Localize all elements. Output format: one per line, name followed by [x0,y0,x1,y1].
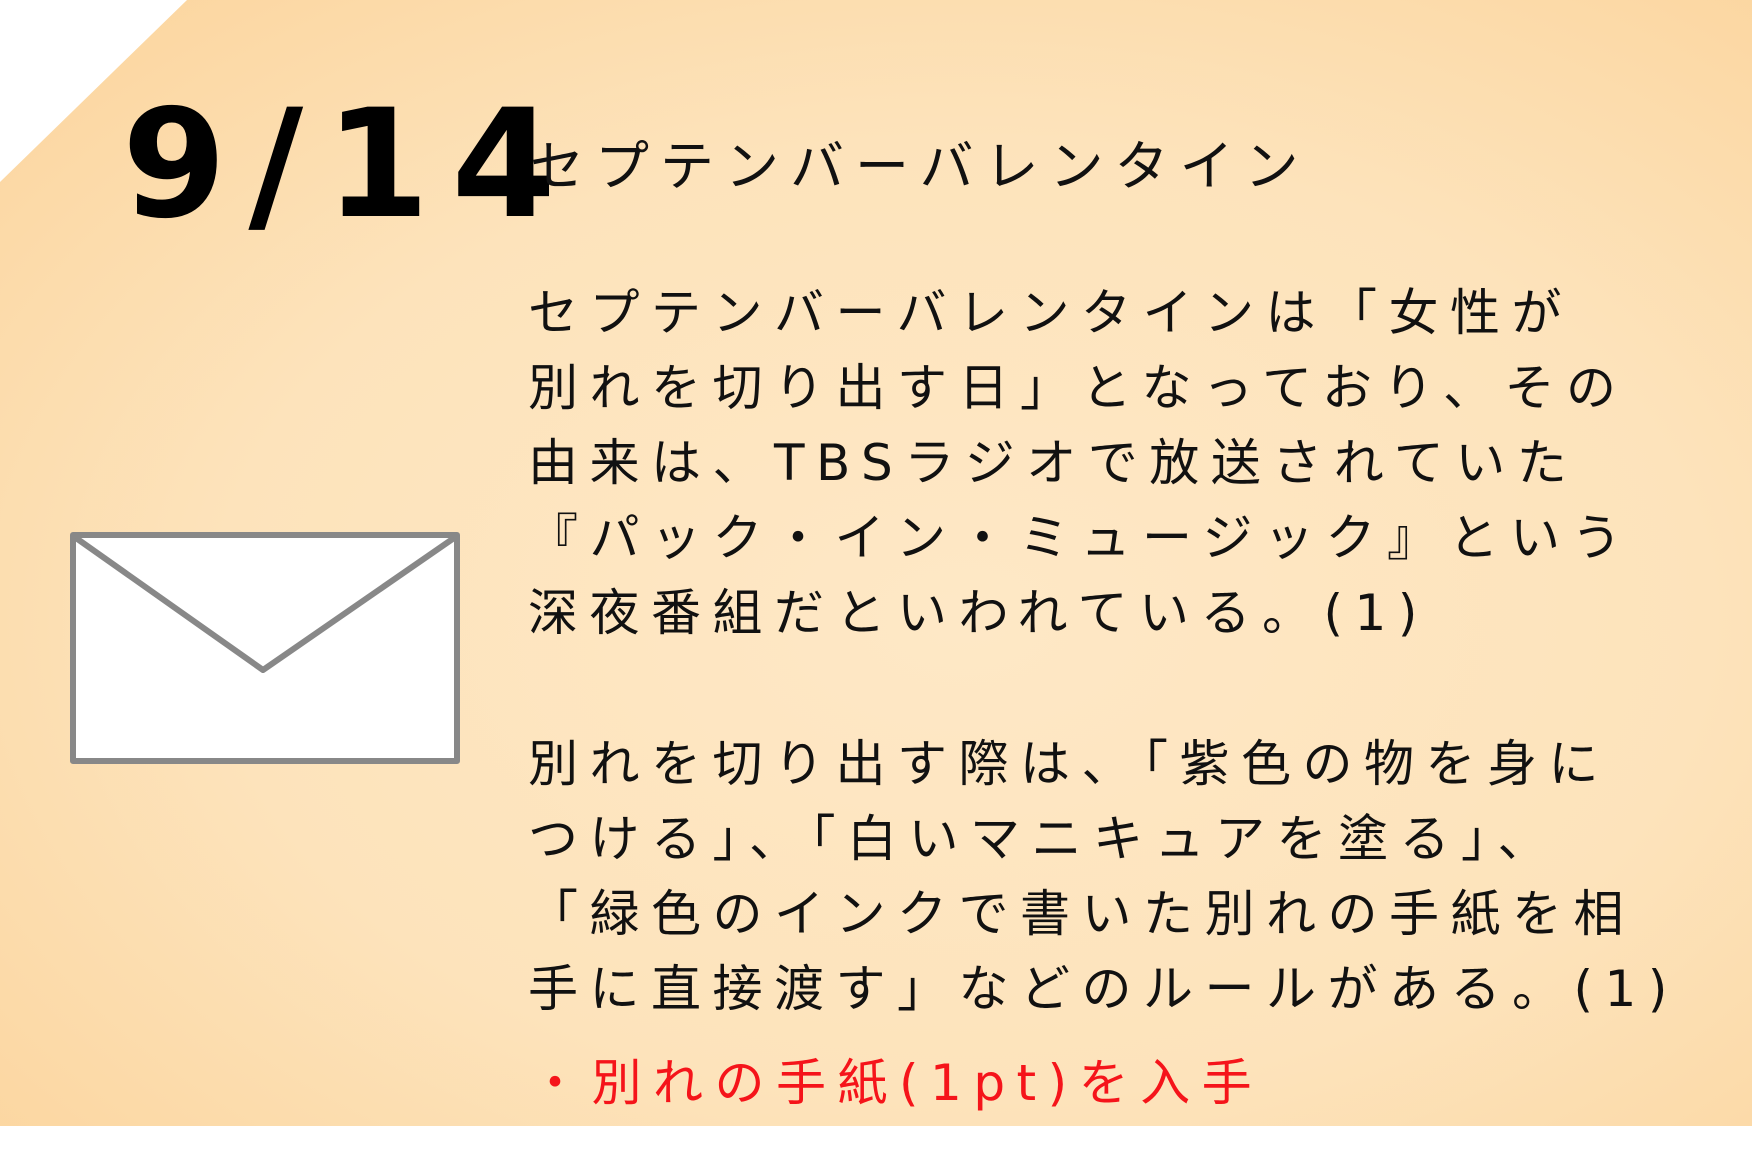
text-line: 別れを切り出す際は、「紫色の物を身に [528,735,1610,793]
date-label: 9/14 [122,78,578,252]
envelope-icon [70,532,460,764]
description-paragraph-1: セプテンバーバレンタインは「女性が 別れを切り出す日」となっており、その 由来は… [528,276,1633,651]
text-line: つける」、「白いマニキュアを塗る」、 [528,810,1559,868]
event-title: セプテンバーバレンタイン [530,135,1310,198]
text-line: 『パック・イン・ミュージック』という [528,509,1633,567]
description-paragraph-2: 別れを切り出す際は、「紫色の物を身に つける」、「白いマニキュアを塗る」、 「緑… [528,727,1679,1027]
date-card: 9/14 セプテンバーバレンタイン セプテンバーバレンタインは「女性が 別れを切… [0,0,1752,1126]
reward-text: ・別れの手紙(1pt)を入手 [530,1054,1264,1112]
text-line: 由来は、TBSラジオで放送されていた [528,434,1579,492]
text-line: 別れを切り出す日」となっており、その [528,359,1628,417]
text-line: 手に直接渡す」などのルールがある。(1) [528,960,1679,1018]
text-line: 深夜番組だといわれている。(1) [528,584,1429,642]
text-line: 「緑色のインクで書いた別れの手紙を相 [528,885,1635,943]
text-line: セプテンバーバレンタインは「女性が [528,284,1573,342]
